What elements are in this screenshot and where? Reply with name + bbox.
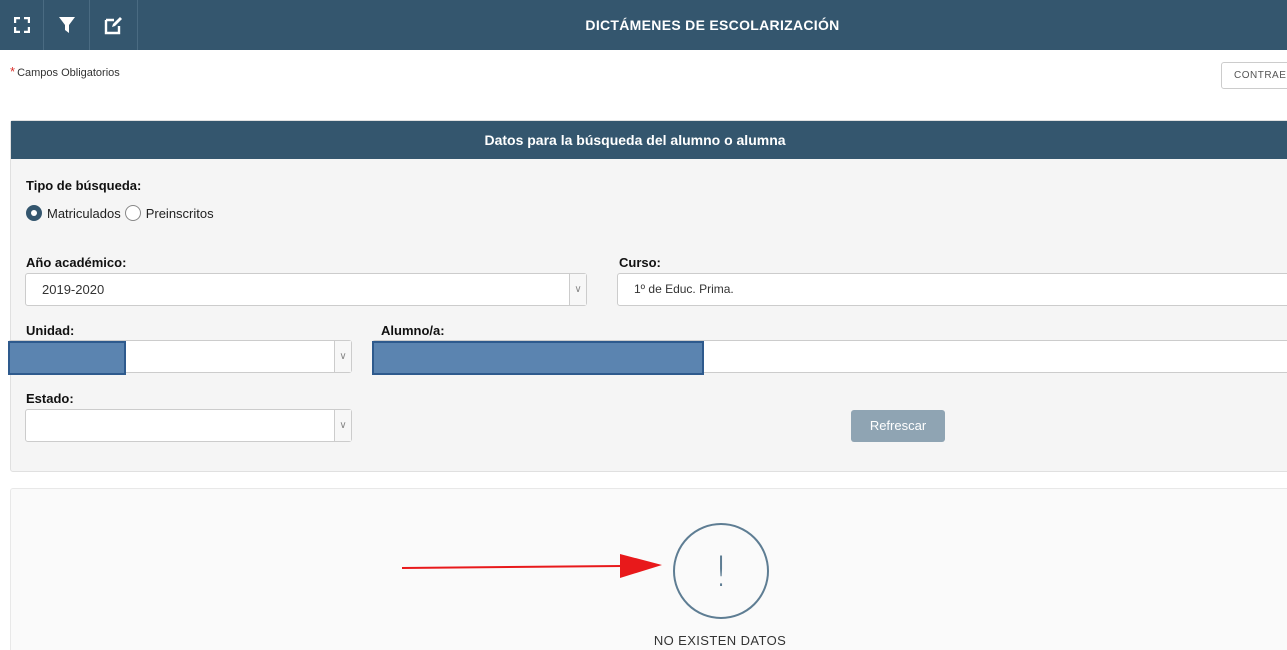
page-title: DICTÁMENES DE ESCOLARIZACIÓN (585, 17, 840, 33)
collapse-button[interactable]: CONTRAE (1221, 62, 1287, 89)
redacted-student (372, 341, 704, 375)
student-label: Alumno/a: (381, 323, 445, 338)
radio-preinscritos-label[interactable]: Preinscritos (146, 206, 214, 221)
radio-matriculados-label[interactable]: Matriculados (47, 206, 121, 221)
radio-matriculados[interactable] (26, 205, 42, 221)
academic-year-value: 2019-2020 (42, 282, 105, 297)
status-select[interactable]: ∨ (25, 409, 352, 442)
chevron-down-icon: ∨ (334, 410, 351, 441)
radio-preinscritos[interactable] (124, 205, 141, 221)
status-label: Estado: (26, 391, 74, 406)
required-star-icon: * (10, 64, 16, 79)
annotation-arrow-icon (401, 554, 662, 578)
search-type-label: Tipo de búsqueda: (26, 178, 142, 193)
search-panel-title: Datos para la búsqueda del alumno o alum… (11, 121, 1287, 159)
academic-year-label: Año académico: (26, 255, 127, 270)
academic-year-select[interactable]: 2019-2020 ∨ (25, 273, 587, 306)
fullscreen-icon (13, 17, 30, 33)
edit-icon (104, 17, 122, 35)
chevron-down-icon: ∨ (569, 274, 586, 305)
top-bar: DICTÁMENES DE ESCOLARIZACIÓN (0, 0, 1287, 50)
warning-glyph: ! (712, 546, 730, 596)
no-data-message: NO EXISTEN DATOS (653, 633, 787, 648)
fullscreen-button[interactable] (0, 0, 44, 50)
edit-button[interactable] (90, 0, 138, 50)
course-select[interactable]: 1º de Educ. Prima. (617, 273, 1287, 306)
refresh-button[interactable]: Refrescar (851, 410, 945, 442)
chevron-down-icon: ∨ (334, 341, 351, 372)
filter-button[interactable] (44, 0, 90, 50)
warning-icon: ! (673, 523, 769, 619)
unit-label: Unidad: (26, 323, 75, 338)
redacted-unit (8, 341, 126, 375)
course-value: 1º de Educ. Prima. (634, 282, 734, 296)
course-label: Curso: (619, 255, 661, 270)
filter-icon (58, 17, 75, 33)
required-note-text: Campos Obligatorios (17, 67, 120, 79)
required-fields-note: * Campos Obligatorios (10, 64, 120, 79)
search-type-radio-group: Matriculados Preinscritos (26, 205, 218, 221)
